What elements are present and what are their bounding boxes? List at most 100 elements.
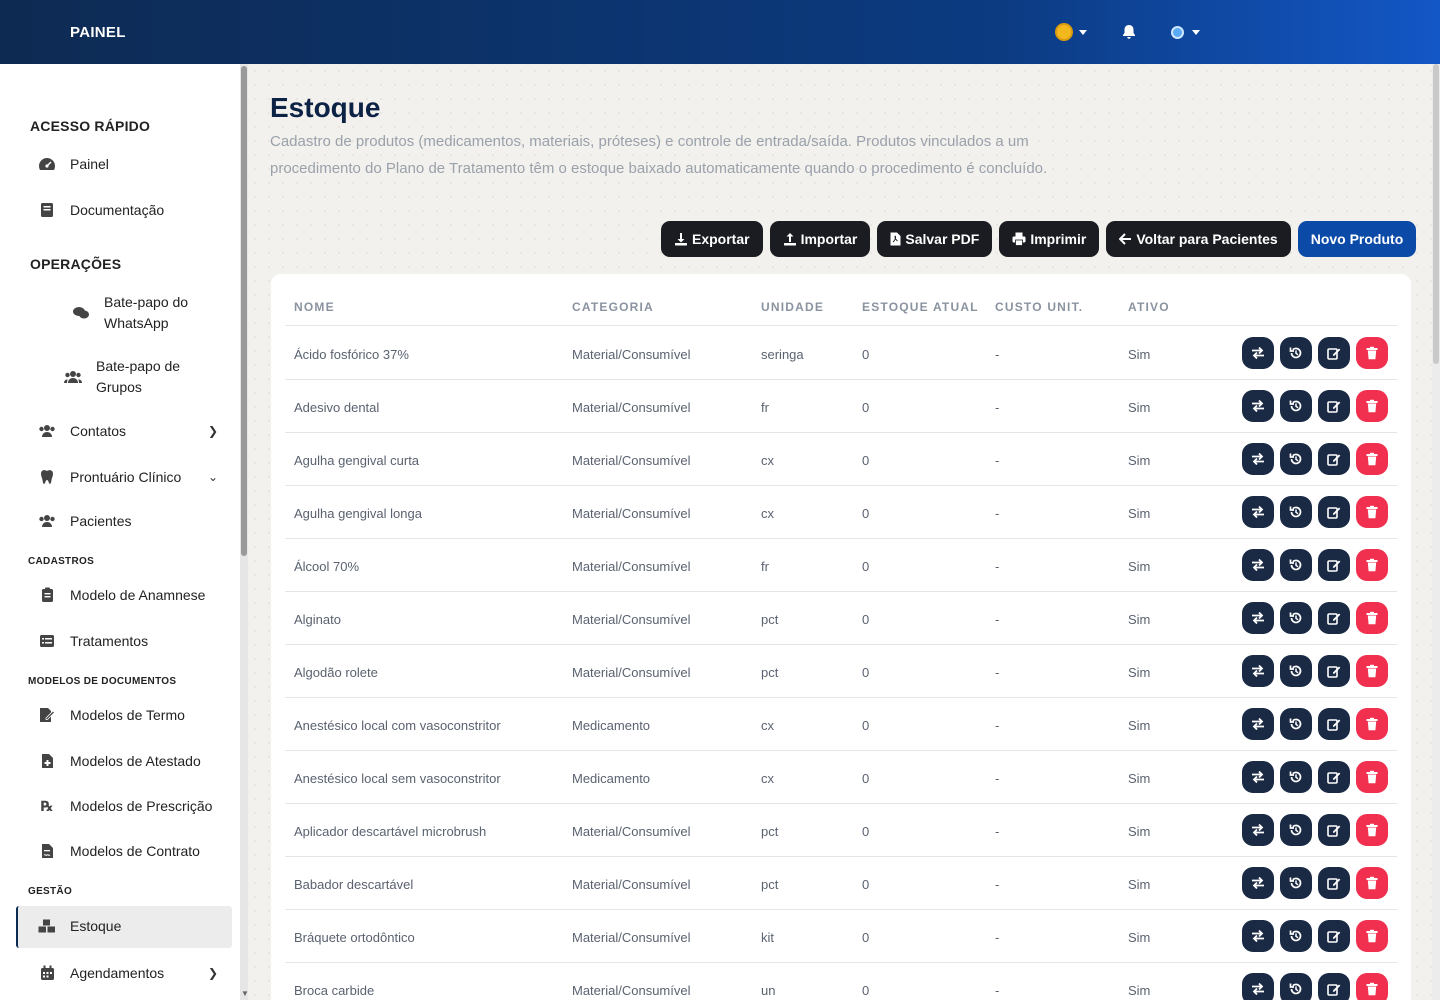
column-header-custo-unit[interactable]: CUSTO UNIT.	[995, 300, 1083, 314]
save-pdf-button[interactable]: Salvar PDF	[877, 221, 993, 257]
history-button[interactable]	[1280, 549, 1312, 581]
edit-button[interactable]	[1318, 920, 1350, 952]
history-button[interactable]	[1280, 390, 1312, 422]
delete-button[interactable]	[1356, 549, 1388, 581]
new-product-button[interactable]: Novo Produto	[1297, 221, 1417, 257]
history-button[interactable]	[1280, 761, 1312, 793]
sidebar-item-label: Modelos de Contrato	[70, 843, 200, 859]
cell-unidade: cx	[761, 718, 774, 733]
stock-movement-button[interactable]	[1242, 390, 1274, 422]
import-button[interactable]: Importar	[769, 221, 871, 257]
sidebar-item-modelos-termo[interactable]: Modelos de Termo	[38, 707, 185, 723]
stock-movement-button[interactable]	[1242, 761, 1274, 793]
dashboard-icon	[38, 156, 56, 172]
cell-nome: Babador descartável	[294, 877, 414, 892]
history-button[interactable]	[1280, 655, 1312, 687]
sidebar-item-pacientes[interactable]: Pacientes	[38, 513, 131, 529]
history-button[interactable]	[1280, 814, 1312, 846]
sidebar-item-painel[interactable]: Painel	[38, 156, 109, 172]
delete-button[interactable]	[1356, 337, 1388, 369]
page-scrollbar[interactable]	[1432, 64, 1440, 1000]
cell-unidade: un	[761, 983, 776, 998]
stock-movement-button[interactable]	[1242, 867, 1274, 899]
edit-icon	[1327, 666, 1341, 678]
delete-button[interactable]	[1356, 496, 1388, 528]
export-button[interactable]: Exportar	[661, 221, 763, 257]
history-button[interactable]	[1280, 973, 1312, 1000]
back-to-patients-button[interactable]: Voltar para Pacientes	[1106, 221, 1291, 257]
stock-movement-button[interactable]	[1242, 920, 1274, 952]
column-header-categoria[interactable]: CATEGORIA	[572, 300, 654, 314]
stock-movement-button[interactable]	[1242, 549, 1274, 581]
stock-movement-button[interactable]	[1242, 708, 1274, 740]
sidebar-item-modelos-atestado[interactable]: Modelos de Atestado	[38, 753, 201, 769]
table-row: Agulha gengival curta Material/Consumível…	[285, 433, 1397, 486]
stock-movement-button[interactable]	[1242, 814, 1274, 846]
edit-button[interactable]	[1318, 496, 1350, 528]
delete-button[interactable]	[1356, 761, 1388, 793]
notifications-button[interactable]	[1121, 24, 1137, 40]
stock-movement-button[interactable]	[1242, 443, 1274, 475]
sidebar-scrollbar[interactable]: ▼	[240, 64, 249, 1000]
delete-button[interactable]	[1356, 973, 1388, 1000]
stock-movement-button[interactable]	[1242, 602, 1274, 634]
edit-button[interactable]	[1318, 443, 1350, 475]
stock-movement-button[interactable]	[1242, 496, 1274, 528]
upload-icon	[783, 233, 796, 246]
language-selector[interactable]	[1171, 25, 1200, 39]
edit-button[interactable]	[1318, 867, 1350, 899]
delete-button[interactable]	[1356, 708, 1388, 740]
edit-button[interactable]	[1318, 655, 1350, 687]
history-button[interactable]	[1280, 602, 1312, 634]
delete-button[interactable]	[1356, 602, 1388, 634]
sidebar-item-group-chat[interactable]: Bate-papo de Grupos	[64, 356, 180, 398]
row-actions	[1242, 867, 1388, 899]
stock-movement-button[interactable]	[1242, 655, 1274, 687]
edit-button[interactable]	[1318, 761, 1350, 793]
delete-button[interactable]	[1356, 655, 1388, 687]
delete-button[interactable]	[1356, 867, 1388, 899]
column-header-estoque-atual[interactable]: ESTOQUE ATUAL	[862, 300, 979, 314]
history-button[interactable]	[1280, 337, 1312, 369]
sidebar-item-estoque[interactable]: Estoque	[38, 918, 121, 934]
edit-button[interactable]	[1318, 602, 1350, 634]
edit-button[interactable]	[1318, 708, 1350, 740]
sidebar-item-tratamentos[interactable]: Tratamentos	[38, 633, 148, 649]
delete-button[interactable]	[1356, 920, 1388, 952]
edit-button[interactable]	[1318, 337, 1350, 369]
sidebar-item-modelo-anamnese[interactable]: Modelo de Anamnese	[38, 587, 205, 603]
cell-nome: Álcool 70%	[294, 559, 360, 574]
sidebar-item-prontuario[interactable]: Prontuário Clínico	[38, 469, 181, 485]
cell-custo-unit: -	[995, 824, 1000, 839]
edit-button[interactable]	[1318, 973, 1350, 1000]
sidebar-item-contatos[interactable]: Contatos	[38, 423, 126, 439]
history-button[interactable]	[1280, 920, 1312, 952]
page-scrollbar-thumb[interactable]	[1433, 64, 1439, 364]
delete-button[interactable]	[1356, 443, 1388, 475]
history-button[interactable]	[1280, 867, 1312, 899]
history-button[interactable]	[1280, 708, 1312, 740]
print-button[interactable]: Imprimir	[999, 221, 1100, 257]
sidebar-item-agendamentos[interactable]: Agendamentos	[38, 965, 164, 981]
sidebar-scrollbar-thumb[interactable]	[241, 66, 247, 556]
delete-button[interactable]	[1356, 814, 1388, 846]
cell-ativo: Sim	[1128, 930, 1151, 945]
column-header-nome[interactable]: NOME	[294, 300, 335, 314]
theme-toggle[interactable]	[1057, 25, 1087, 39]
stock-movement-button[interactable]	[1242, 337, 1274, 369]
brand-title[interactable]: PAINEL	[70, 24, 126, 41]
column-header-ativo[interactable]: ATIVO	[1128, 300, 1170, 314]
sidebar-item-modelos-prescricao[interactable]: ℞ Modelos de Prescrição	[38, 798, 213, 815]
sidebar-item-whatsapp-chat[interactable]: Bate-papo do WhatsApp	[72, 292, 188, 334]
history-button[interactable]	[1280, 443, 1312, 475]
sidebar-item-documentacao[interactable]: Documentação	[38, 202, 164, 218]
history-button[interactable]	[1280, 496, 1312, 528]
edit-button[interactable]	[1318, 549, 1350, 581]
column-header-unidade[interactable]: UNIDADE	[761, 300, 824, 314]
edit-button[interactable]	[1318, 814, 1350, 846]
sidebar-item-modelos-contrato[interactable]: Modelos de Contrato	[38, 843, 200, 859]
toolbar: Exportar Importar Salvar PDF Imprimir Vo…	[661, 221, 1417, 257]
edit-button[interactable]	[1318, 390, 1350, 422]
stock-movement-button[interactable]	[1242, 973, 1274, 1000]
delete-button[interactable]	[1356, 390, 1388, 422]
